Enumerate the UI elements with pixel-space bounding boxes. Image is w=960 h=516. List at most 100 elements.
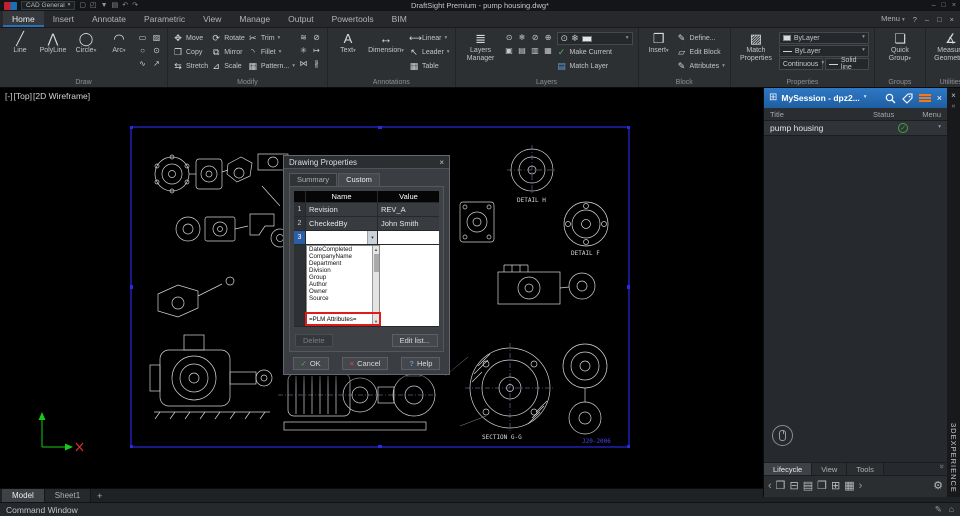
linear-tool[interactable]: ⟷ Linear ▾ <box>409 32 450 45</box>
new-icon[interactable]: ▢ <box>79 2 86 9</box>
polyline-tool[interactable]: ⋀ PolyLine <box>38 31 68 55</box>
session-tool-icon-3[interactable]: ▤ <box>803 481 813 492</box>
tab-custom[interactable]: Custom <box>338 173 380 186</box>
session-tool-icon-6[interactable]: ▦ <box>844 481 854 492</box>
print-icon[interactable]: ▤ <box>112 2 119 9</box>
match-layer-tool[interactable]: ▤ Match Layer <box>557 60 633 73</box>
chevron-down-icon[interactable]: ▾ <box>864 95 867 101</box>
property-name-cell[interactable]: CheckedBy <box>306 217 378 230</box>
tab-powertools[interactable]: Powertools <box>323 11 383 27</box>
dropdown-option[interactable]: Source <box>307 295 372 302</box>
stretch-tool[interactable]: ⇆ Stretch <box>173 60 208 73</box>
ray-icon[interactable]: ↗ <box>151 58 162 69</box>
scroll-up-icon[interactable]: ▴ <box>375 246 377 253</box>
doc-restore-icon[interactable]: □ <box>937 15 942 24</box>
break-icon[interactable]: ∦ <box>311 58 322 69</box>
property-value-cell[interactable]: John Smith <box>378 217 439 230</box>
doc-close-icon[interactable]: × <box>950 15 954 24</box>
point-icon[interactable]: ⊙ <box>151 45 162 56</box>
workspace-selector[interactable]: CAD General ▾ <box>21 1 76 10</box>
sheet-tab-sheet1[interactable]: Sheet1 <box>44 489 92 502</box>
open-icon[interactable]: ◰ <box>90 2 97 9</box>
session-tool-icon-2[interactable]: ⊟ <box>790 481 799 492</box>
dropdown-option[interactable]: Division <box>307 267 372 274</box>
session-title[interactable]: MySession - dpz2... <box>781 93 859 103</box>
layer-selector[interactable]: ⊙ ❄ ▾ <box>556 32 633 45</box>
tab-lifecycle[interactable]: Lifecycle <box>764 463 813 475</box>
layer-lock-icon[interactable]: ⊕ <box>543 32 554 43</box>
text-tool[interactable]: A Text▾ <box>333 31 363 55</box>
session-item-pump-housing[interactable]: pump housing ✓ ▾ <box>764 121 947 136</box>
line-weight-select[interactable]: ByLayer ▾ <box>778 45 869 57</box>
scroll-down-icon[interactable]: ▾ <box>375 318 377 325</box>
erase-icon[interactable]: ⊘ <box>311 32 322 43</box>
scale-tool[interactable]: ⊿ Scale <box>211 60 245 73</box>
viewport-menu-control[interactable]: [-] <box>5 91 13 101</box>
circle-tool[interactable]: ◯ Circle▾ <box>71 31 101 55</box>
gear-icon[interactable]: ⚙ <box>933 481 943 492</box>
scroll-right-icon[interactable]: › <box>859 481 863 492</box>
sheet-tab-model[interactable]: Model <box>2 489 45 502</box>
tab-home[interactable]: Home <box>3 11 44 27</box>
arc-tool[interactable]: ◠ Arc▾ <box>104 31 134 55</box>
tab-parametric[interactable]: Parametric <box>135 11 194 27</box>
redo-icon[interactable]: ↷ <box>132 2 138 9</box>
dock-close-icon[interactable]: × <box>951 91 956 100</box>
dropdown-option-plm-attributes[interactable]: =PLM Attributes= <box>307 314 372 325</box>
tab-view[interactable]: View <box>812 463 848 475</box>
undo-icon[interactable]: ↶ <box>122 2 128 9</box>
chevron-down-icon[interactable]: ▾ <box>938 125 941 131</box>
cancel-button[interactable]: × Cancel <box>341 357 389 370</box>
ok-button[interactable]: ✓ OK <box>292 357 329 370</box>
panel-close-icon[interactable]: × <box>937 93 942 103</box>
property-value-cell[interactable]: REV_A <box>378 203 439 216</box>
viewport-style-control[interactable]: [2D Wireframe] <box>33 91 90 101</box>
quick-group-tool[interactable]: ❏ Quick Group▾ <box>880 31 920 63</box>
make-current-tool[interactable]: ✓ Make Current <box>557 46 633 59</box>
copy-tool[interactable]: ❐ Copy <box>173 46 208 59</box>
session-tool-icon-5[interactable]: ⊞ <box>831 481 840 492</box>
line-color-select[interactable]: ByLayer ▾ <box>778 32 869 44</box>
edit-list-button[interactable]: Edit list... <box>391 334 438 347</box>
compass-grid-icon[interactable]: ⊞ <box>769 93 777 103</box>
combo-dropdown-icon[interactable]: ▾ <box>367 231 377 244</box>
session-tool-icon-4[interactable]: ❒ <box>817 481 827 492</box>
layer-isolate-icon[interactable]: ▣ <box>504 45 515 56</box>
column-menu[interactable]: Menu <box>915 110 941 119</box>
spline-icon[interactable]: ∿ <box>137 58 148 69</box>
layer-off-icon[interactable]: ⊘ <box>530 32 541 43</box>
layer-freeze-icon[interactable]: ❄ <box>517 32 528 43</box>
window-maximize-icon[interactable]: □ <box>942 2 946 9</box>
layer-on-icon[interactable]: ⊙ <box>504 32 515 43</box>
column-status[interactable]: Status <box>873 110 915 119</box>
fillet-tool[interactable]: ◝ Fillet ▾ <box>248 46 295 59</box>
weld-icon[interactable]: ⋈ <box>298 58 309 69</box>
save-icon[interactable]: ▼ <box>101 2 108 9</box>
property-name-cell[interactable]: Revision <box>306 203 378 216</box>
dropdown-scrollbar[interactable]: ▴ ▾ <box>372 246 379 325</box>
dropdown-option[interactable]: Author <box>307 281 372 288</box>
dropdown-option[interactable]: Owner <box>307 288 372 295</box>
define-block-tool[interactable]: ✎ Define... <box>677 32 725 45</box>
dialog-close-icon[interactable]: × <box>439 158 444 167</box>
property-value-cell[interactable] <box>378 231 439 244</box>
tab-bim[interactable]: BIM <box>383 11 416 27</box>
command-window-bar[interactable]: Command Window ✎ ⌂ <box>0 502 960 516</box>
home-icon[interactable]: ⌂ <box>949 504 954 515</box>
hatch-icon[interactable]: ▨ <box>151 32 162 43</box>
explode-icon[interactable]: ✳ <box>298 45 309 56</box>
viewport-view-control[interactable]: [Top] <box>14 91 32 101</box>
doc-minimize-icon[interactable]: – <box>925 15 929 24</box>
tab-tools[interactable]: Tools <box>847 463 884 475</box>
help-button[interactable]: ? Help <box>401 357 441 370</box>
tag-icon[interactable] <box>901 92 913 104</box>
help-icon[interactable]: ? <box>913 15 917 24</box>
session-tool-icon-1[interactable]: ❒ <box>776 481 786 492</box>
rotate-tool[interactable]: ⟳ Rotate <box>211 32 244 45</box>
tab-output[interactable]: Output <box>279 11 323 27</box>
fill-style-select[interactable]: Solid line <box>824 57 869 71</box>
trim-tool[interactable]: ✂ Trim ▾ <box>248 32 295 45</box>
tab-annotate[interactable]: Annotate <box>83 11 135 27</box>
line-tool[interactable]: ╱ Line <box>5 31 35 55</box>
layer-hide-icon[interactable]: ▤ <box>517 45 528 56</box>
